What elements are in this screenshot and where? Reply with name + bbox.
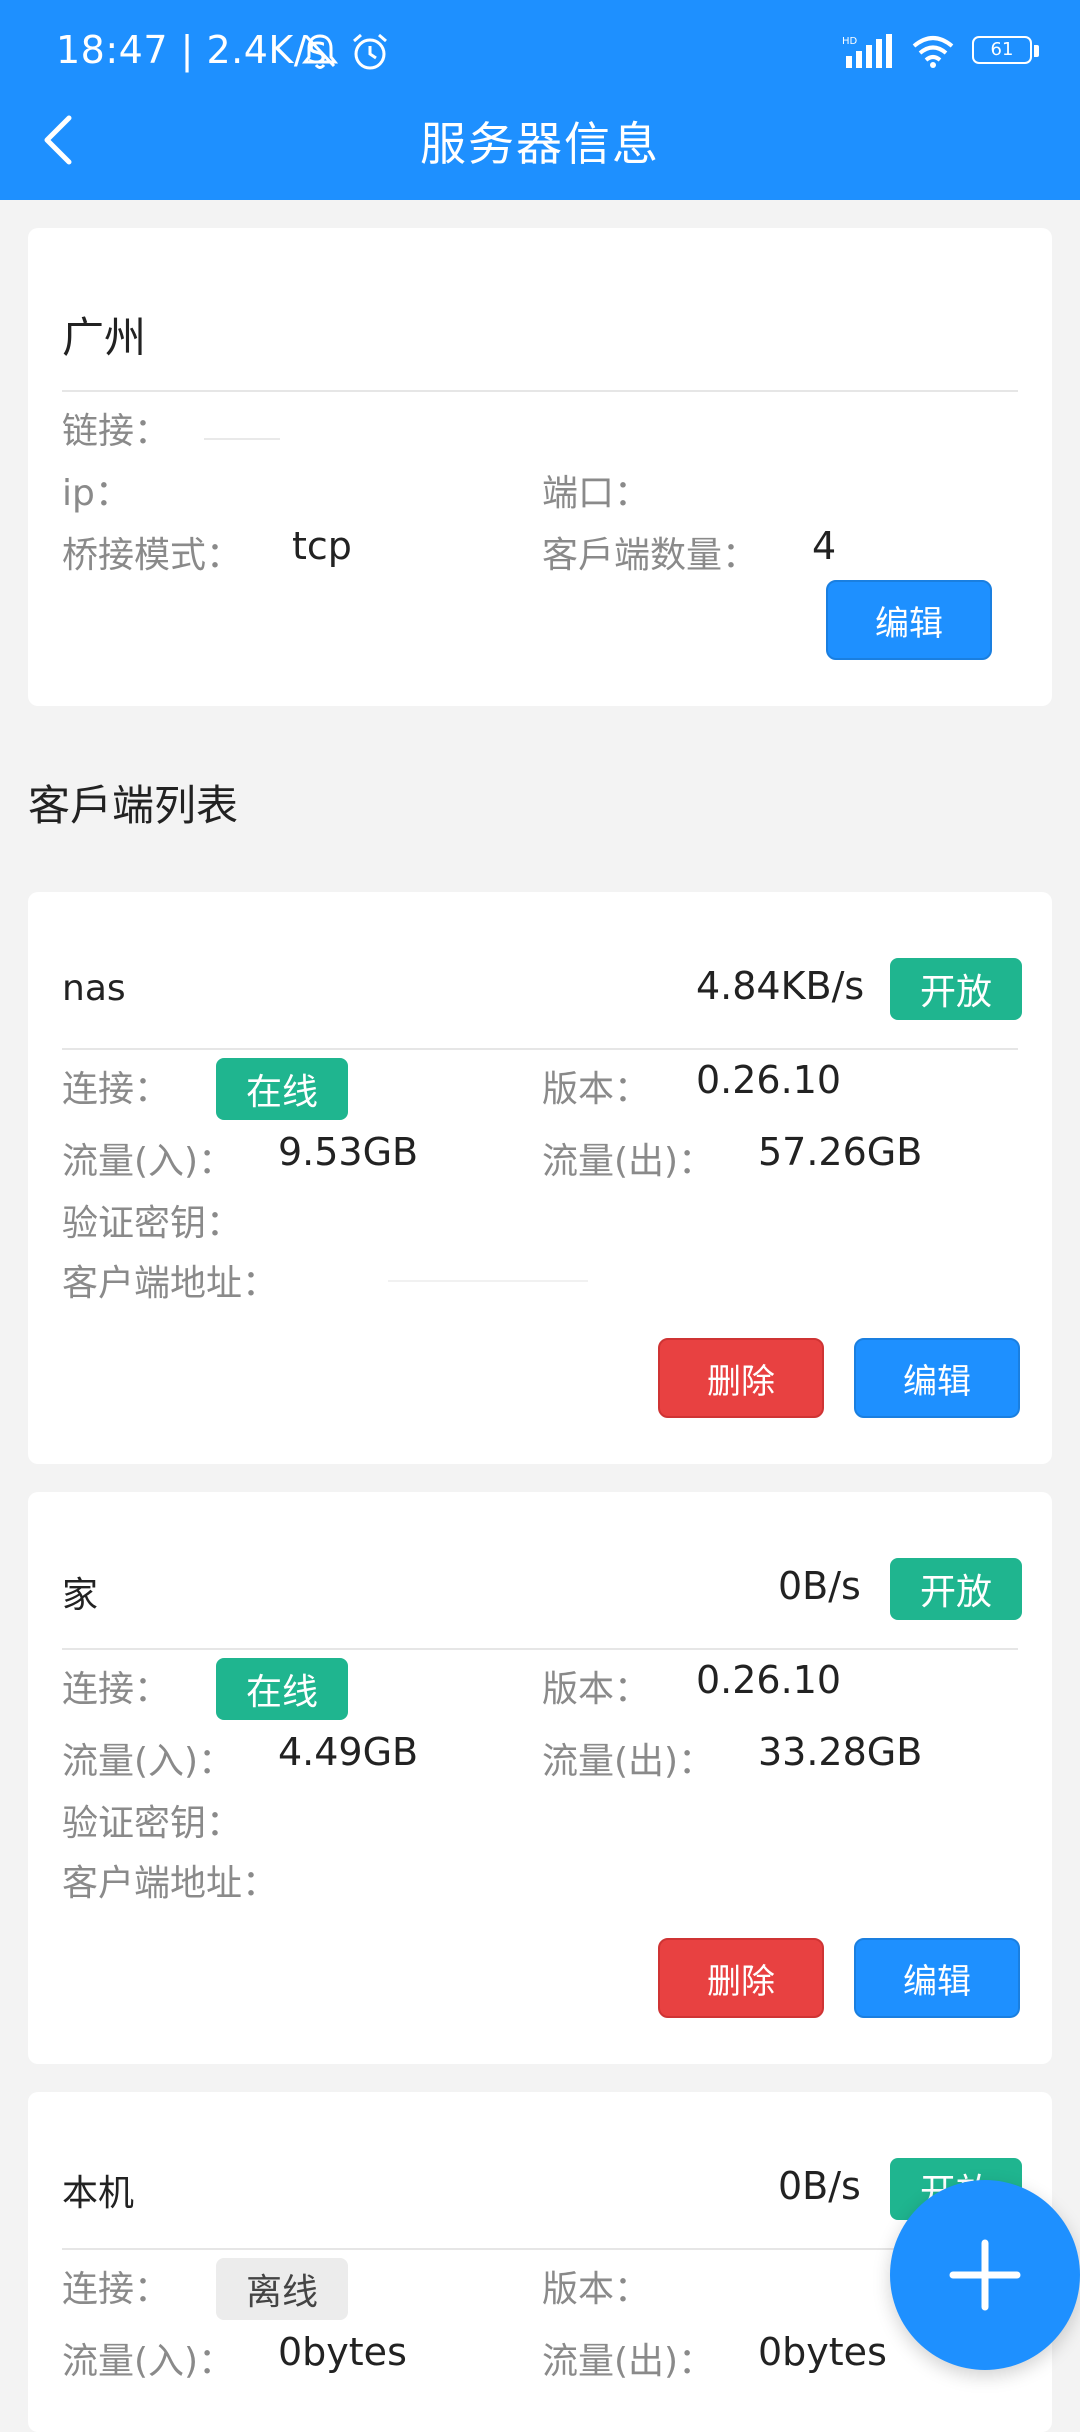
traffic-in-value: 0bytes <box>278 2330 407 2374</box>
client-speed: 0B/s <box>778 2164 861 2208</box>
client-count-value: 4 <box>812 524 837 568</box>
traffic-out-value: 57.26GB <box>758 1130 923 1174</box>
traffic-out-value: 0bytes <box>758 2330 887 2374</box>
status-badge: 离线 <box>216 2258 348 2320</box>
access-badge[interactable]: 开放 <box>890 958 1022 1020</box>
client-list-title: 客戶端列表 <box>28 781 239 830</box>
client-name: nas <box>62 968 126 1009</box>
traffic-out-label: 流量(出)： <box>542 1141 715 1182</box>
mode-value: tcp <box>292 524 352 568</box>
status-badge: 在线 <box>216 1058 348 1120</box>
status-badge: 在线 <box>216 1658 348 1720</box>
address-label: 客户端地址： <box>62 1863 279 1904</box>
traffic-out-value: 33.28GB <box>758 1730 923 1774</box>
plus-icon <box>949 2239 1021 2311</box>
battery-level: 61 <box>990 39 1014 60</box>
version-label: 版本： <box>542 1669 651 1710</box>
key-label: 验证密钥： <box>62 1203 243 1244</box>
link-value-redacted <box>204 438 280 440</box>
add-client-button[interactable] <box>890 2180 1080 2370</box>
divider <box>62 1048 1018 1050</box>
divider <box>62 390 1018 392</box>
connection-label: 连接： <box>62 2269 171 2310</box>
address-value-redacted <box>388 1280 588 1282</box>
mute-bell-icon <box>302 34 338 69</box>
port-label: 端口： <box>542 473 651 514</box>
client-count-label: 客戶端数量： <box>542 535 759 576</box>
version-label: 版本： <box>542 1069 651 1110</box>
delete-client-button[interactable]: 删除 <box>658 1338 824 1418</box>
traffic-in-value: 9.53GB <box>278 1130 419 1174</box>
client-speed: 0B/s <box>778 1564 861 1608</box>
status-time: 18:47 | 2.4K/s <box>56 28 328 72</box>
client-card: 家 0B/s 开放 连接： 在线 版本： 0.26.10 流量(入)： 4.49… <box>28 1492 1052 2064</box>
version-value: 0.26.10 <box>696 1658 842 1702</box>
version-label: 版本： <box>542 2269 651 2310</box>
wifi-icon <box>912 36 954 68</box>
traffic-in-label: 流量(入)： <box>62 2341 235 2382</box>
connection-label: 连接： <box>62 1669 171 1710</box>
edit-client-button[interactable]: 编辑 <box>854 1338 1020 1418</box>
delete-client-button[interactable]: 删除 <box>658 1938 824 2018</box>
connection-label: 连接： <box>62 1069 171 1110</box>
traffic-out-label: 流量(出)： <box>542 2341 715 2382</box>
client-name: 家 <box>62 1575 99 1616</box>
address-label: 客户端地址： <box>62 1263 279 1304</box>
alarm-icon <box>353 33 387 70</box>
traffic-in-label: 流量(入)： <box>62 1741 235 1782</box>
svg-text:HD: HD <box>842 36 858 47</box>
server-card: 广州 链接： ip： 端口： 桥接模式： tcp 客戶端数量： 4 编辑 <box>28 228 1052 706</box>
edit-client-button[interactable]: 编辑 <box>854 1938 1020 2018</box>
divider <box>62 2248 1018 2250</box>
app-header: 18:47 | 2.4K/s HD 61 服务器信息 <box>0 0 1080 200</box>
traffic-in-value: 4.49GB <box>278 1730 419 1774</box>
divider <box>62 1648 1018 1650</box>
access-badge[interactable]: 开放 <box>890 1558 1022 1620</box>
page-title: 服务器信息 <box>420 117 660 171</box>
key-label: 验证密钥： <box>62 1803 243 1844</box>
server-name: 广州 <box>62 313 147 362</box>
status-icons: HD 61 <box>842 26 1040 76</box>
signal-icon: HD <box>842 34 892 68</box>
battery-icon: 61 <box>972 36 1040 66</box>
traffic-in-label: 流量(入)： <box>62 1141 235 1182</box>
client-card: nas 4.84KB/s 开放 连接： 在线 版本： 0.26.10 流量(入)… <box>28 892 1052 1464</box>
edit-server-button[interactable]: 编辑 <box>826 580 992 660</box>
client-speed: 4.84KB/s <box>696 964 865 1008</box>
ip-label: ip： <box>62 473 131 514</box>
version-value: 0.26.10 <box>696 1058 842 1102</box>
client-name: 本机 <box>62 2173 135 2214</box>
traffic-out-label: 流量(出)： <box>542 1741 715 1782</box>
link-label: 链接： <box>62 411 171 452</box>
mode-label: 桥接模式： <box>62 535 243 576</box>
